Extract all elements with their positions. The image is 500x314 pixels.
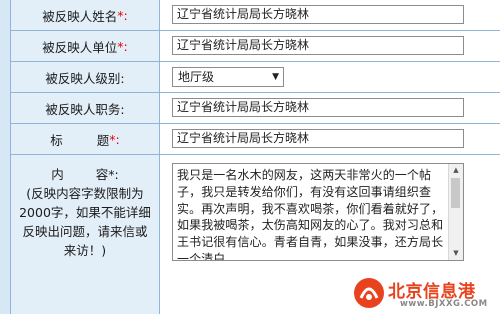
- field-title-cell: 辽宁省统计局局长方晓林: [160, 124, 500, 154]
- required-mark: *:: [117, 38, 128, 54]
- row-name: 被反映人姓名 *: 辽宁省统计局局长方晓林: [11, 0, 500, 31]
- label-level: 被反映人级别:: [11, 62, 160, 92]
- scroll-down-icon[interactable]: ▼: [449, 247, 463, 260]
- content-scrollbar[interactable]: ▲ ▼: [448, 164, 463, 260]
- row-unit: 被反映人单位 *: 辽宁省统计局局长方晓林: [11, 31, 500, 62]
- field-level-cell: 地厅级 ▼: [160, 62, 500, 92]
- level-select-value: 地厅级: [178, 70, 215, 84]
- bjxxg-logo-icon: [354, 278, 384, 308]
- label-position: 被反映人职务:: [11, 93, 160, 123]
- required-mark: *:: [117, 7, 128, 23]
- label-name-text: 被反映人姓名: [42, 8, 118, 24]
- content-limit-note: (反映内容字数限制为2000字，如果不能详细反映出问题，请来信或来访！): [19, 186, 151, 258]
- watermark: 北京信息港 www.BJXXG.COM: [352, 276, 494, 312]
- watermark-url: www.BJXXG.COM: [400, 299, 488, 309]
- label-title-left: 标: [50, 132, 63, 148]
- label-content-heading: 内 容*:: [11, 165, 159, 184]
- name-input[interactable]: 辽宁省统计局局长方晓林: [172, 5, 464, 24]
- position-input[interactable]: 辽宁省统计局局长方晓林: [172, 98, 464, 117]
- required-mark: *:: [109, 131, 120, 147]
- content-textarea[interactable]: 我只是一名水木的网友，这两天非常火的一个帖子，我只是转发给你们，有没有这回事请组…: [172, 163, 464, 261]
- row-title: 标 题 *: 辽宁省统计局局长方晓林: [11, 124, 500, 155]
- label-title: 标 题 *:: [11, 124, 160, 154]
- scroll-up-icon[interactable]: ▲: [449, 164, 463, 177]
- content-text: 我只是一名水木的网友，这两天非常火的一个帖子，我只是转发给你们，有没有这回事请组…: [177, 168, 444, 261]
- field-unit-cell: 辽宁省统计局局长方晓林: [160, 31, 500, 61]
- complaint-form: 被反映人姓名 *: 辽宁省统计局局长方晓林 被反映人单位 *: 辽宁省统计局局长方晓…: [10, 0, 500, 314]
- field-name-cell: 辽宁省统计局局长方晓林: [160, 0, 500, 30]
- row-level: 被反映人级别: 地厅级 ▼: [11, 62, 500, 93]
- label-unit-text: 被反映人单位: [42, 39, 118, 55]
- label-content: 内 容*: (反映内容字数限制为2000字，如果不能详细反映出问题，请来信或来访！…: [11, 155, 160, 314]
- label-content-left: 内: [51, 167, 64, 182]
- scrollbar-thumb[interactable]: [451, 178, 460, 208]
- triangle-down-icon: ▼: [272, 72, 279, 82]
- label-name: 被反映人姓名 *:: [11, 0, 160, 30]
- row-position: 被反映人职务: 辽宁省统计局局长方晓林: [11, 93, 500, 124]
- field-position-cell: 辽宁省统计局局长方晓林: [160, 93, 500, 123]
- level-select[interactable]: 地厅级 ▼: [172, 67, 284, 87]
- label-title-right: 题: [96, 132, 110, 148]
- label-level-text: 被反映人级别:: [45, 70, 125, 86]
- label-unit: 被反映人单位 *:: [11, 31, 160, 61]
- label-position-text: 被反映人职务:: [45, 101, 125, 117]
- label-content-right: 容: [95, 167, 109, 182]
- required-mark: *:: [108, 167, 119, 182]
- title-input[interactable]: 辽宁省统计局局长方晓林: [172, 129, 464, 148]
- unit-input[interactable]: 辽宁省统计局局长方晓林: [172, 36, 464, 55]
